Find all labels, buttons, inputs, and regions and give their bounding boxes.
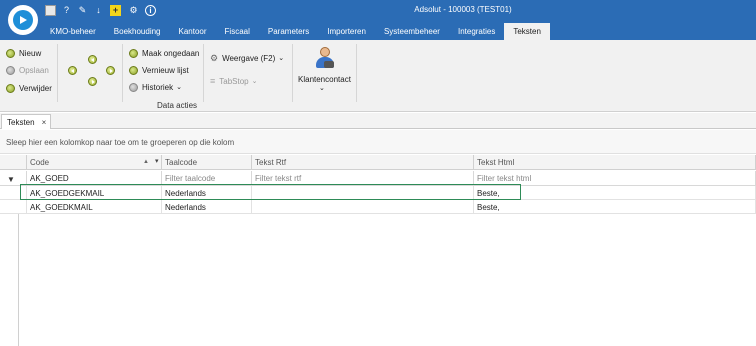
column-header-taalcode[interactable]: Taalcode <box>162 155 252 170</box>
tab-fiscaal[interactable]: Fiscaal <box>216 23 259 40</box>
view-dropdown[interactable]: ⚙ Weergave (F2) ⌄ <box>210 52 284 64</box>
close-icon[interactable]: × <box>42 118 47 127</box>
chevron-down-icon: ⌄ <box>176 84 182 91</box>
view-label: Weergave (F2) <box>222 53 276 63</box>
ribbon-separator <box>292 44 293 102</box>
table-cell-tekst-rtf[interactable] <box>252 186 474 200</box>
row-indicator[interactable] <box>0 186 27 200</box>
column-header-code[interactable]: Code <box>27 155 162 170</box>
refresh-icon <box>129 65 138 75</box>
refresh-list-button[interactable]: Vernieuw lijst <box>129 64 189 76</box>
save-button[interactable]: Opslaan <box>6 64 49 76</box>
column-header-tekst-html[interactable]: Tekst Html <box>474 155 756 170</box>
delete-icon <box>6 83 15 93</box>
document-tab-label: Teksten <box>7 117 35 127</box>
tabstop-label: TabStop <box>219 76 249 86</box>
save-label: Opslaan <box>19 65 49 75</box>
ribbon: Nieuw Opslaan Verwijder Maak ongedaan Ve… <box>0 40 756 112</box>
ribbon-group-label: Data acties <box>157 101 198 110</box>
delete-label: Verwijder <box>19 83 52 93</box>
main-tabs: KMO-beheer Boekhouding Kantoor Fiscaal P… <box>41 23 550 40</box>
delete-button[interactable]: Verwijder <box>6 82 52 94</box>
tab-kmo-beheer[interactable]: KMO-beheer <box>41 23 105 40</box>
history-dropdown[interactable]: Historiek ⌄ <box>129 81 182 93</box>
new-icon <box>6 48 15 58</box>
history-icon <box>129 82 138 92</box>
refresh-label: Vernieuw lijst <box>142 65 189 75</box>
tabstop-dropdown[interactable]: ≡ TabStop ⌄ <box>210 75 258 87</box>
ribbon-separator <box>356 44 357 102</box>
tab-boekhouding[interactable]: Boekhouding <box>105 23 170 40</box>
tab-parameters[interactable]: Parameters <box>259 23 318 40</box>
view-icon: ⚙ <box>210 52 219 63</box>
tab-systeembeheer[interactable]: Systeembeheer <box>375 23 449 40</box>
table-cell-taalcode[interactable]: Nederlands <box>162 200 252 214</box>
window-title: Adsolut - 100003 (TEST01) <box>414 5 512 14</box>
filter-icon[interactable]: ▼ <box>7 175 15 184</box>
undo-button[interactable]: Maak ongedaan <box>129 47 199 59</box>
save-icon <box>6 65 15 75</box>
filter-input-tekst-rtf[interactable]: Filter tekst rtf <box>252 171 474 186</box>
chevron-down-icon: ⌄ <box>251 78 258 85</box>
chevron-down-icon[interactable]: ⌄ <box>319 82 325 94</box>
table-cell-code[interactable]: AK_GOEDKMAIL <box>27 200 162 214</box>
row-indicator-column <box>0 214 19 346</box>
title-bar: ? ✎ ↓ + ⚙ i Adsolut - 100003 (TEST01) KM… <box>0 0 756 40</box>
new-label: Nieuw <box>19 48 42 58</box>
next-record-icon[interactable] <box>88 77 97 86</box>
ribbon-separator <box>122 44 123 102</box>
document-tabs: Teksten × <box>0 113 756 129</box>
group-by-panel[interactable]: Sleep hier een kolomkop naar toe om te g… <box>0 130 756 154</box>
column-header-tekst-rtf[interactable]: Tekst Rtf <box>252 155 474 170</box>
undo-label: Maak ongedaan <box>142 48 200 58</box>
table-cell-tekst-html[interactable]: Beste, <box>474 200 756 214</box>
row-indicator-header <box>0 155 27 170</box>
history-label: Historiek <box>142 82 174 92</box>
tab-teksten[interactable]: Teksten <box>504 23 550 40</box>
tabstop-icon: ≡ <box>210 76 216 86</box>
undo-icon <box>129 48 138 58</box>
table-cell-tekst-rtf[interactable] <box>252 200 474 214</box>
sort-ascending-icon[interactable]: ▲ <box>143 159 149 165</box>
document-tab-teksten[interactable]: Teksten × <box>1 114 51 129</box>
filter-input-taalcode[interactable]: Filter taalcode <box>162 171 252 186</box>
chevron-down-icon: ⌄ <box>278 55 285 62</box>
new-button[interactable]: Nieuw <box>6 47 41 59</box>
table-cell-tekst-html[interactable]: Beste, <box>474 186 756 200</box>
ribbon-separator <box>57 44 58 102</box>
first-record-icon[interactable] <box>68 66 77 75</box>
data-grid: Code ▲ ▾ Taalcode Tekst Rtf Tekst Html ▼… <box>0 155 756 346</box>
row-indicator[interactable] <box>0 200 27 214</box>
last-record-icon[interactable] <box>106 66 115 75</box>
customer-contact-icon[interactable] <box>315 47 335 69</box>
filter-input-code[interactable]: AK_GOED <box>27 171 162 186</box>
filter-input-tekst-html[interactable]: Filter tekst html <box>474 171 756 186</box>
column-filter-icon[interactable]: ▾ <box>155 157 159 165</box>
ribbon-separator <box>203 44 204 102</box>
table-cell-taalcode[interactable]: Nederlands <box>162 186 252 200</box>
table-cell-code[interactable]: AK_GOEDGEKMAIL <box>27 186 162 200</box>
previous-record-icon[interactable] <box>88 55 97 64</box>
tab-importeren[interactable]: Importeren <box>318 23 375 40</box>
tab-kantoor[interactable]: Kantoor <box>170 23 216 40</box>
tab-integraties[interactable]: Integraties <box>449 23 504 40</box>
